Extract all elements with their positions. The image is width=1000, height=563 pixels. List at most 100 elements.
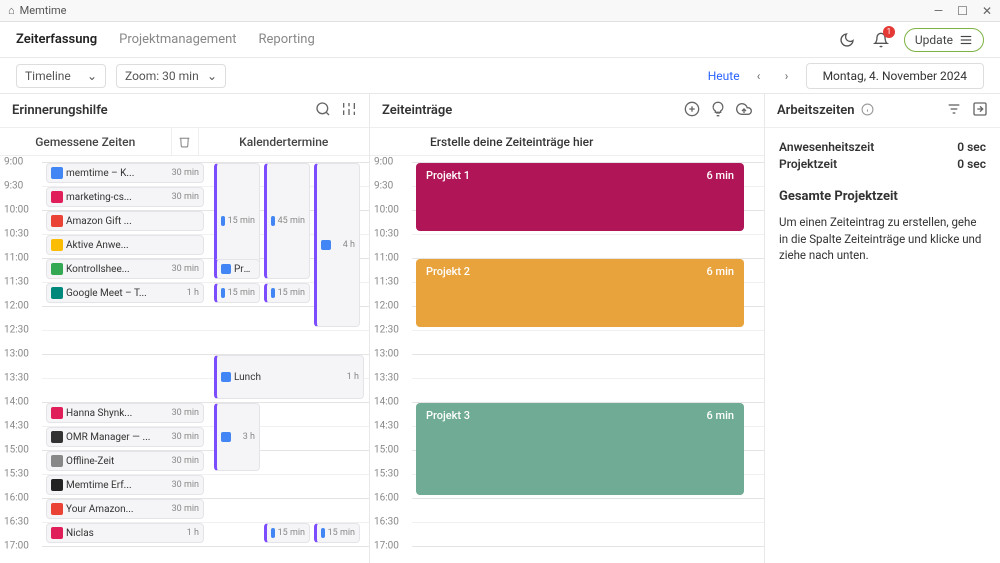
event-duration: 15 min [278,528,305,538]
event-name: marketing-cs... [66,192,169,203]
calendar-event[interactable]: 15 min [264,523,310,543]
measured-event[interactable]: memtime – K...30 min [46,163,204,183]
sync-cloud-icon[interactable] [736,101,752,120]
trash-icon[interactable] [171,128,199,155]
worktimes-title: Arbeitszeiten [777,103,855,118]
measured-event[interactable]: OMR Manager — ...30 min [46,427,204,447]
calendar-event[interactable]: 15 min [264,283,310,303]
zoom-select[interactable]: Zoom: 30 min ⌄ [116,64,226,88]
time-label: 12:30 [374,325,399,336]
entry-name: Projekt 1 [426,169,470,225]
time-entry[interactable]: Projekt 26 min [416,259,744,327]
entries-hint: Erstelle deine Zeiteinträge hier [370,128,764,156]
event-name: Google Meet – T... [66,288,184,299]
presence-label: Anwesenheitszeit [779,140,874,154]
measured-event[interactable]: Amazon Gift ... [46,211,204,231]
measured-event[interactable]: marketing-cs...30 min [46,187,204,207]
calendar-icon [271,288,275,298]
time-entry[interactable]: Projekt 1 6 min [416,163,744,231]
filter-icon[interactable] [946,101,962,120]
calendar-icon [221,216,225,226]
time-label: 12:00 [374,301,399,312]
calendar-event[interactable]: 3 h [214,403,260,471]
measured-event[interactable]: Memtime Erf...30 min [46,475,204,495]
measured-event[interactable]: Kontrollshee...30 min [46,259,204,279]
settings-sliders-icon[interactable] [341,101,357,120]
chevron-down-icon: ⌄ [207,69,217,83]
tab-zeiterfassung[interactable]: Zeiterfassung [16,32,97,47]
event-name: Kontrollshee... [66,264,169,275]
app-icon [51,431,63,443]
tab-reporting[interactable]: Reporting [259,32,315,47]
app-icon [51,407,63,419]
window-minimize[interactable]: — [934,4,943,18]
entries-title: Zeiteinträge [382,103,452,118]
window-close[interactable]: ✕ [982,4,992,18]
calendar-event[interactable]: 45 min [264,163,310,279]
calendar-event[interactable]: Prep... [214,259,260,279]
time-label: 11:00 [374,253,399,264]
nav-tabs: Zeiterfassung Projektmanagement Reportin… [16,32,315,47]
notifications-icon[interactable]: 1 [870,29,892,51]
app-icon [51,455,63,467]
app-icon [51,527,63,539]
calendar-icon [271,216,275,226]
event-name: Prep... [234,264,252,275]
window-maximize[interactable]: ☐ [957,4,968,18]
chevron-down-icon: ⌄ [87,69,97,83]
time-label: 16:30 [4,517,29,528]
info-icon[interactable] [861,103,874,119]
theme-toggle-icon[interactable] [836,29,858,51]
update-button[interactable]: Update [904,28,984,52]
event-name: Lunch [234,372,344,383]
measured-event[interactable]: Offline-Zeit30 min [46,451,204,471]
next-day-button[interactable]: › [778,67,796,85]
event-duration: 30 min [172,480,199,490]
reminder-title: Erinnerungshilfe [12,103,108,118]
event-duration: 30 min [172,264,199,274]
today-link[interactable]: Heute [708,69,740,83]
measured-event[interactable]: Niclas1 h [46,523,204,543]
add-entry-icon[interactable] [684,101,700,120]
time-label: 11:30 [4,277,29,288]
entries-timeline[interactable]: 9:009:3010:0010:3011:0011:3012:0012:3013… [370,156,764,563]
worktimes-hint: Um einen Zeiteintrag zu erstellen, gehe … [779,214,986,264]
app-icon [51,479,63,491]
time-label: 17:00 [374,541,399,552]
calendar-icon [271,528,275,538]
time-label: 13:30 [374,373,399,384]
reminder-timeline[interactable]: 9:009:3010:0010:3011:0011:3012:0012:3013… [0,156,369,563]
app-icon [51,167,63,179]
calendar-event[interactable]: 4 h [314,163,360,327]
event-duration: 30 min [172,408,199,418]
calendar-event[interactable]: Lunch1 h [214,355,364,399]
event-name: Hanna Shynk... [66,408,169,419]
time-label: 12:00 [4,301,29,312]
export-icon[interactable] [972,101,988,120]
calendar-event[interactable]: 15 min [314,523,360,543]
prev-day-button[interactable]: ‹ [750,67,768,85]
event-duration: 1 h [187,288,199,298]
search-icon[interactable] [315,101,331,120]
suggestions-icon[interactable] [710,101,726,120]
event-duration: 15 min [228,288,255,298]
view-select[interactable]: Timeline ⌄ [16,64,106,88]
tab-projektmanagement[interactable]: Projektmanagement [119,32,236,47]
measured-event[interactable]: Your Amazon...30 min [46,499,204,519]
time-label: 9:30 [374,181,393,192]
event-duration: 15 min [328,528,355,538]
measured-event[interactable]: Hanna Shynk...30 min [46,403,204,423]
time-label: 15:00 [374,445,399,456]
event-duration: 15 min [228,216,255,226]
entry-duration: 6 min [707,169,735,225]
event-duration: 15 min [278,288,305,298]
date-display[interactable]: Montag, 4. November 2024 [806,63,984,89]
time-label: 10:00 [374,205,399,216]
time-entry[interactable]: Projekt 36 min [416,403,744,495]
calendar-events-header: Kalendertermine [199,128,370,155]
calendar-event[interactable]: 15 min [214,283,260,303]
time-label: 11:00 [4,253,29,264]
app-name: Memtime [20,4,67,17]
measured-event[interactable]: Google Meet – T...1 h [46,283,204,303]
measured-event[interactable]: Aktive Anwe... [46,235,204,255]
